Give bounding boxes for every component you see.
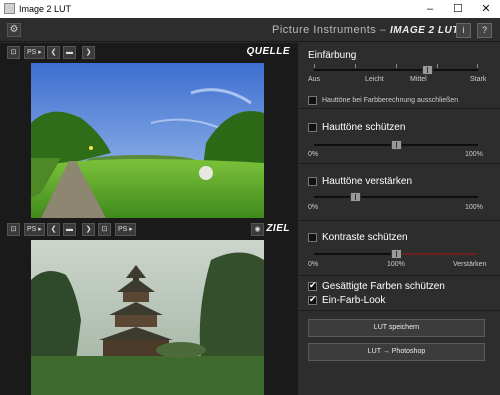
target-folder-icon[interactable]: ▬ — [63, 223, 76, 236]
coloring-slider-knob[interactable] — [422, 65, 434, 75]
coloring-section: Einfärbung Aus Leicht Mittel Stark Hautt… — [298, 43, 500, 109]
window-title: Image 2 LUT — [19, 4, 72, 14]
boost-skin-max: 100% — [465, 204, 483, 211]
saturated-colors-label: Gesättigte Farben schützen — [322, 281, 445, 292]
boost-skin-checkbox[interactable] — [308, 177, 317, 186]
source-folder-icon[interactable]: ▬ — [63, 46, 76, 59]
eye-icon[interactable]: ◉ — [251, 223, 264, 236]
target-label: ZIEL — [266, 223, 290, 234]
contrast-boost-range — [396, 253, 478, 255]
boost-skin-slider-knob[interactable] — [350, 192, 361, 202]
source-open-icon[interactable]: ⊡ — [7, 46, 20, 59]
protect-skin-max: 100% — [465, 151, 483, 158]
app-window: Image 2 LUT – ☐ ✕ ⚙ Picture Instruments … — [0, 0, 500, 395]
app-icon — [4, 3, 15, 14]
brand-name: Picture Instruments — [272, 24, 377, 36]
target-ps-export-button[interactable]: PS ▸ — [115, 223, 136, 236]
protect-contrast-title: Kontraste schützen — [322, 232, 408, 243]
settings-gear-icon[interactable]: ⚙ — [7, 23, 21, 37]
help-button[interactable]: ? — [477, 23, 492, 38]
source-next-button[interactable]: ❯ — [82, 46, 95, 59]
coloring-label-medium: Mittel — [410, 76, 427, 83]
protect-contrast-min: 0% — [308, 261, 319, 268]
protect-skin-min: 0% — [308, 151, 319, 158]
boost-skin-slider-track[interactable] — [314, 196, 478, 198]
coloring-label-off: Aus — [308, 76, 321, 83]
target-toolbar: ⊡ PS ▸ ❮ ▬ ❯ ⊡ PS ▸ ◉ ZIEL — [0, 220, 298, 238]
protect-skin-title: Hauttöne schützen — [322, 122, 406, 133]
exclude-skin-label: Hauttöne bei Farbberechnung ausschließen — [322, 97, 459, 104]
boost-skin-title: Hauttöne verstärken — [322, 176, 413, 187]
minimize-button[interactable]: – — [416, 0, 444, 18]
protect-contrast-section: Kontraste schützen 0% 100% Verstärken — [298, 222, 500, 276]
app-header: ⚙ Picture Instruments – IMAGE 2 LUT i ? — [0, 18, 500, 42]
coloring-title: Einfärbung — [308, 50, 357, 61]
source-toolbar: ⊡ PS ▸ ❮ ▬ ❯ QUELLE — [0, 43, 298, 61]
brand-separator: – — [376, 24, 390, 36]
exclude-skin-checkbox[interactable] — [308, 96, 317, 105]
brand-title: Picture Instruments – IMAGE 2 LUT — [272, 24, 459, 36]
protect-contrast-max: Verstärken — [453, 261, 487, 268]
protect-skin-checkbox[interactable] — [308, 123, 317, 132]
protect-contrast-mid: 100% — [387, 261, 405, 268]
coloring-slider-track[interactable] — [314, 69, 478, 71]
protect-skin-section: Hauttöne schützen 0% 100% — [298, 110, 500, 164]
coloring-label-light: Leicht — [365, 76, 384, 83]
mono-look-checkbox[interactable] — [308, 294, 317, 305]
protect-contrast-checkbox[interactable] — [308, 233, 317, 242]
save-lut-button[interactable]: LUT speichern — [308, 319, 485, 337]
boost-skin-min: 0% — [308, 204, 319, 211]
source-prev-button[interactable]: ❮ — [47, 46, 60, 59]
source-label: QUELLE — [246, 46, 290, 57]
target-next-button[interactable]: ❯ — [82, 223, 95, 236]
coloring-label-strong: Stark — [470, 76, 487, 83]
protect-skin-slider-knob[interactable] — [391, 140, 402, 150]
target-save-icon[interactable]: ⊡ — [98, 223, 111, 236]
source-image[interactable] — [31, 63, 264, 218]
settings-panel: Einfärbung Aus Leicht Mittel Stark Hautt… — [298, 43, 500, 395]
maximize-button[interactable]: ☐ — [444, 0, 472, 18]
target-ps-button[interactable]: PS ▸ — [24, 223, 45, 236]
title-bar: Image 2 LUT – ☐ ✕ — [0, 0, 500, 18]
image-area: ⊡ PS ▸ ❮ ▬ ❯ QUELLE ⊡ PS ▸ ❮ ▬ ❯ ⊡ PS ▸ … — [0, 43, 298, 395]
boost-skin-section: Hauttöne verstärken 0% 100% — [298, 165, 500, 221]
lut-to-photoshop-button[interactable]: LUT → Photoshop — [308, 343, 485, 361]
brand-product: IMAGE 2 LUT — [390, 25, 459, 36]
target-open-icon[interactable]: ⊡ — [7, 223, 20, 236]
target-prev-button[interactable]: ❮ — [47, 223, 60, 236]
protect-contrast-slider-knob[interactable] — [391, 249, 402, 259]
saturated-colors-checkbox[interactable] — [308, 280, 317, 291]
look-options-section: Gesättigte Farben schützen Ein-Farb-Look — [298, 277, 500, 311]
mono-look-label: Ein-Farb-Look — [322, 295, 386, 306]
close-button[interactable]: ✕ — [472, 0, 500, 18]
source-ps-button[interactable]: PS ▸ — [24, 46, 45, 59]
info-button[interactable]: i — [456, 23, 471, 38]
target-image[interactable] — [31, 240, 264, 395]
